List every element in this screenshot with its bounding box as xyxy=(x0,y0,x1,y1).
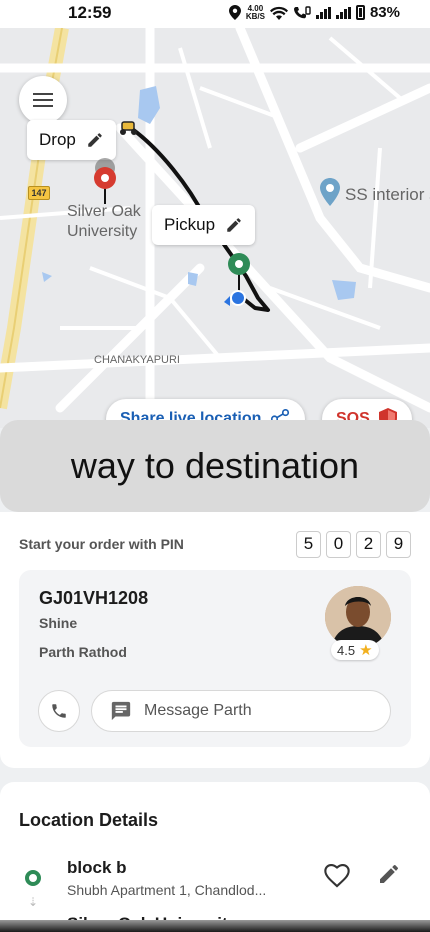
area-map-label: CHANAKYAPURI xyxy=(94,354,180,366)
location-details-title: Location Details xyxy=(19,810,159,830)
drop-label: Drop xyxy=(39,130,76,149)
current-location-icon xyxy=(224,290,246,306)
university-map-label: Silver Oak University xyxy=(67,202,141,242)
vehicle-plate: GJ01VH1208 xyxy=(39,588,149,608)
call-button[interactable] xyxy=(38,690,80,732)
order-panel: Start your order with PIN 5 0 2 9 GJ01VH… xyxy=(0,512,430,768)
message-icon xyxy=(111,701,131,721)
network-speed-unit: KB/S xyxy=(245,11,265,21)
battery-icon xyxy=(355,5,365,20)
pin-digits: 5 0 2 9 xyxy=(296,530,411,558)
pin-row: Start your order with PIN 5 0 2 9 xyxy=(19,530,411,558)
rating-value: 4.5 xyxy=(337,642,356,658)
message-input[interactable]: Message Parth xyxy=(91,690,391,732)
status-bar: 12:59 4.00 KB/S 83% xyxy=(0,0,430,28)
driver-rating: 4.5 ★ xyxy=(331,640,379,660)
favorite-heart-icon[interactable] xyxy=(323,862,351,888)
phone-icon xyxy=(52,704,66,718)
route-connector-icon: ⇣ xyxy=(28,895,39,909)
status-time: 12:59 xyxy=(68,3,112,22)
pickup-dot-icon xyxy=(25,870,41,886)
location-item-pickup[interactable]: block b Shubh Apartment 1, Chandlod... xyxy=(0,856,430,912)
driver-name: Parth Rathod xyxy=(39,644,127,660)
menu-button[interactable] xyxy=(19,76,67,124)
location-address: Shubh Apartment 1, Chandlod... xyxy=(67,882,267,898)
network-speed: 4.00 KB/S xyxy=(245,4,265,21)
message-placeholder: Message Parth xyxy=(144,702,252,719)
bottom-sheet-edge xyxy=(0,920,430,932)
vehicle-model: Shine xyxy=(39,615,78,631)
pin-digit: 0 xyxy=(326,530,351,558)
location-name: block b xyxy=(67,858,127,877)
edit-drop-icon[interactable] xyxy=(86,131,104,149)
university-label-line1: Silver Oak xyxy=(67,203,141,220)
driver-avatar[interactable] xyxy=(325,586,391,648)
pickup-chip[interactable]: Pickup xyxy=(152,205,256,245)
pin-digit: 9 xyxy=(386,530,411,558)
signal-icon-2 xyxy=(335,6,351,19)
pin-digit: 5 xyxy=(296,530,321,558)
map-view[interactable]: 147 Drop Silver Oak University Pickup SS… xyxy=(0,28,430,428)
edit-location-icon[interactable] xyxy=(377,862,401,886)
drop-chip[interactable]: Drop xyxy=(27,120,116,160)
drop-pin-icon xyxy=(94,158,116,204)
road-number-badge: 147 xyxy=(28,186,50,200)
university-label-line2: University xyxy=(67,223,138,240)
poi-pin-icon xyxy=(320,178,340,206)
pickup-label: Pickup xyxy=(164,215,216,234)
driver-card: GJ01VH1208 Shine Parth Rathod 4.5 ★ Mess… xyxy=(19,570,411,747)
toast-message: way to destination xyxy=(0,420,430,512)
vehicle-marker-icon xyxy=(120,121,137,135)
battery-percent: 83% xyxy=(369,4,400,21)
status-icons: 4.00 KB/S 83% xyxy=(228,4,400,21)
star-icon: ★ xyxy=(359,642,373,659)
hamburger-icon xyxy=(33,99,53,101)
pin-digit: 2 xyxy=(356,530,381,558)
pin-label: Start your order with PIN xyxy=(19,536,184,552)
wifi-icon xyxy=(269,6,288,20)
poi-map-label: SS interior s xyxy=(345,185,430,204)
location-panel: Location Details block b Shubh Apartment… xyxy=(0,782,430,932)
location-status-icon xyxy=(228,5,241,20)
volte-call-icon xyxy=(293,5,311,18)
edit-pickup-icon[interactable] xyxy=(225,216,243,234)
signal-icon-1 xyxy=(315,6,331,19)
driver-photo xyxy=(325,586,391,648)
